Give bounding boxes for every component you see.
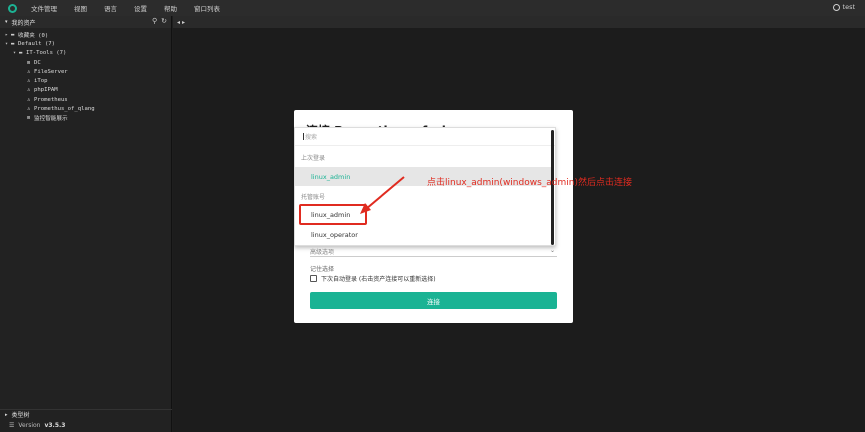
annotation-arrow	[360, 176, 405, 214]
annotation-text: 点击linux_admin(windows_admin)然后点击连接	[427, 178, 632, 188]
